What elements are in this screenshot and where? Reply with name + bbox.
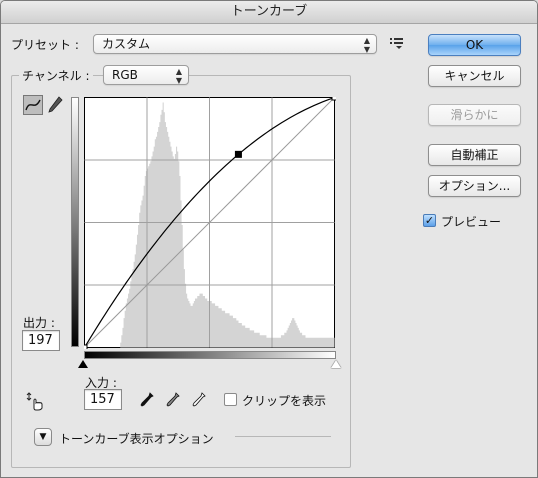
curve-control-point[interactable]: [234, 150, 242, 158]
curve-point-tool[interactable]: [23, 95, 43, 115]
options-button[interactable]: オプション...: [428, 175, 521, 197]
preview-label: プレビュー: [441, 215, 502, 229]
curves-dialog: トーンカーブ プリセット : カスタム ▲ ▼ OK キャンセル 滑らかに 自動補…: [0, 0, 538, 478]
black-slider-handle[interactable]: [78, 360, 88, 368]
auto-button[interactable]: 自動補正: [428, 144, 521, 166]
ok-button[interactable]: OK: [428, 34, 521, 56]
channel-label: チャンネル :: [19, 67, 93, 84]
divider: [235, 436, 331, 437]
channel-value: RGB: [112, 68, 138, 82]
target-adjust-icon[interactable]: [25, 391, 45, 411]
curve-display-disclosure[interactable]: ▼: [34, 428, 52, 446]
curve-point-icon: [25, 99, 41, 111]
preset-select[interactable]: カスタム ▲ ▼: [93, 34, 377, 54]
black-point-eyedropper-icon[interactable]: [139, 391, 155, 409]
pencil-icon: [48, 96, 63, 113]
cancel-button[interactable]: キャンセル: [428, 65, 521, 87]
select-arrows-icon: ▲ ▼: [363, 36, 371, 54]
output-gradient-bar: [71, 97, 79, 347]
preview-checkbox[interactable]: ✓: [423, 214, 436, 227]
select-arrows-icon: ▲ ▼: [175, 67, 183, 85]
white-slider-handle[interactable]: [331, 360, 341, 368]
input-gradient-bar: [84, 351, 336, 359]
show-clipping-label: クリップを表示: [242, 394, 327, 408]
curve-control-point[interactable]: [331, 97, 336, 101]
curve-control-point[interactable]: [84, 344, 88, 349]
curve-graph[interactable]: [84, 97, 336, 349]
input-field[interactable]: 157: [84, 389, 122, 410]
output-label: 出力 :: [23, 316, 55, 330]
channel-select[interactable]: RGB ▲ ▼: [103, 65, 189, 85]
curve-display-label: トーンカーブ表示オプション: [59, 432, 214, 446]
smooth-button[interactable]: 滑らかに: [428, 104, 521, 126]
preset-value: カスタム: [102, 37, 151, 51]
preset-label: プリセット :: [11, 38, 79, 52]
dialog-title: トーンカーブ: [1, 1, 537, 24]
output-field[interactable]: 197: [22, 330, 60, 351]
gray-point-eyedropper-icon[interactable]: [165, 391, 181, 409]
white-point-eyedropper-icon[interactable]: [191, 391, 207, 409]
preset-options-icon[interactable]: [389, 36, 405, 50]
pencil-tool[interactable]: [46, 95, 66, 115]
show-clipping-checkbox[interactable]: [224, 393, 237, 406]
